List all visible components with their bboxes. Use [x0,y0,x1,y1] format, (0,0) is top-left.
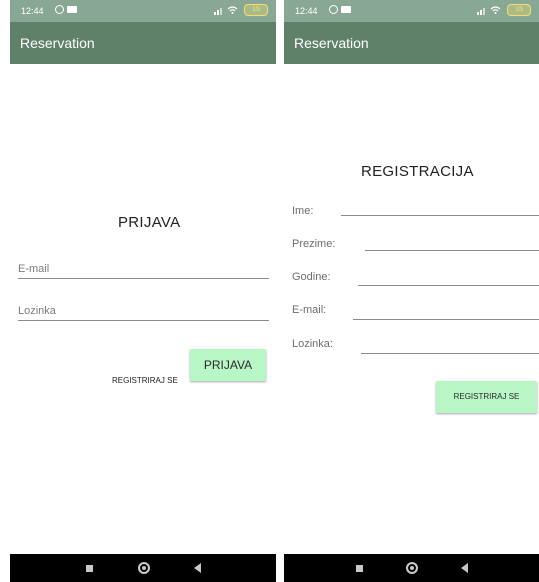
status-time: 12:44 [21,6,44,16]
email-field[interactable] [18,278,269,279]
app-bar: Reservation [284,22,539,64]
app-title: Reservation [20,35,95,51]
status-bar: 12:44 15 [284,0,539,22]
alarm-icon [55,5,64,14]
register-link[interactable]: REGISTRIRAJ SE [112,376,178,385]
notification-icon [341,6,351,13]
password-field[interactable] [361,353,539,354]
last-name-label: Prezime: [292,238,336,250]
status-bar: 12:44 15 [10,0,276,22]
signal-icon [214,8,222,15]
login-heading: PRIJAVA [118,214,181,231]
register-button[interactable]: REGISTRIRAJ SE [436,381,537,413]
email-label: E-mail: [292,304,327,316]
alarm-icon [329,5,338,14]
home-icon[interactable] [406,562,418,574]
login-screen: 12:44 15 Reservation PRIJAVA E-mail Lozi… [10,0,276,582]
login-button-label: PRIJAVA [203,358,253,372]
password-placeholder: Lozinka [18,305,56,317]
first-name-field[interactable] [341,215,539,216]
login-button[interactable]: PRIJAVA [190,349,266,381]
app-bar: Reservation [10,22,276,64]
register-screen: 12:44 15 Reservation REGISTRACIJA Ime: P… [284,0,539,582]
navigation-bar [284,554,539,582]
recents-icon[interactable] [86,565,93,572]
password-label: Lozinka: [292,338,333,350]
battery-icon: 15 [244,4,268,16]
register-button-label: REGISTRIRAJ SE [453,392,520,401]
age-field[interactable] [358,285,539,286]
back-icon[interactable] [194,563,201,573]
notification-icon [67,6,77,13]
battery-icon: 15 [507,4,531,16]
signal-icon [477,8,485,15]
recents-icon[interactable] [356,565,363,572]
last-name-field[interactable] [365,250,539,251]
first-name-label: Ime: [292,205,314,217]
wifi-icon [490,6,501,14]
age-label: Godine: [292,271,331,283]
status-time: 12:44 [295,6,318,16]
email-placeholder: E-mail [18,263,50,275]
home-icon[interactable] [138,562,150,574]
email-field[interactable] [353,319,539,320]
app-title: Reservation [294,35,369,51]
screenshot-frame: 12:44 15 Reservation PRIJAVA E-mail Lozi… [0,0,539,582]
password-field[interactable] [18,320,269,321]
back-icon[interactable] [461,563,468,573]
wifi-icon [227,6,238,14]
navigation-bar [10,554,276,582]
register-heading: REGISTRACIJA [361,163,474,180]
